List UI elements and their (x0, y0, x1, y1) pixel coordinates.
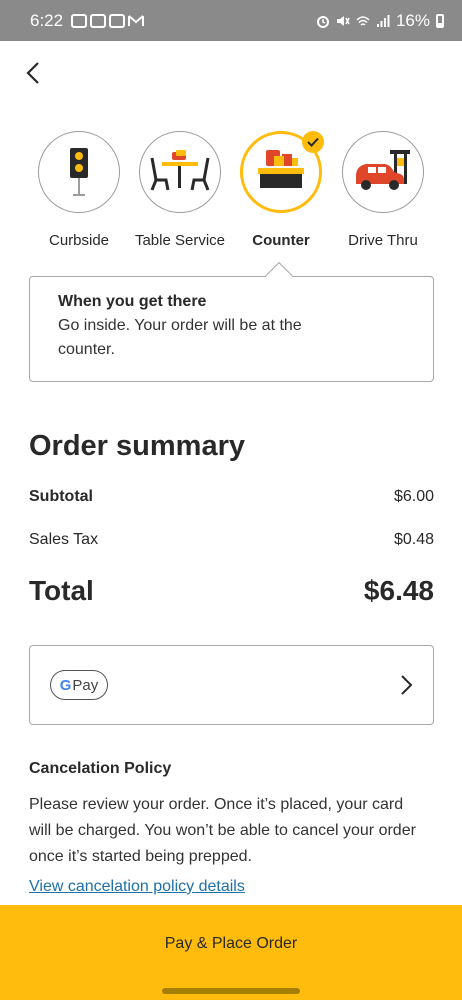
instructions-body: Go inside. Your order will be at the cou… (58, 317, 302, 358)
selection-pointer (264, 261, 294, 291)
payment-method-selector[interactable]: G Pay (29, 645, 434, 725)
order-summary-title: Order summary (29, 430, 245, 462)
status-time: 6:22 (30, 10, 64, 30)
pay-place-order-button[interactable]: Pay & Place Order (0, 905, 462, 983)
mute-icon (336, 15, 350, 26)
google-pay-badge: G Pay (50, 670, 108, 700)
table-service-circle (139, 131, 221, 213)
counter-icon (258, 150, 304, 188)
selected-check-icon (302, 131, 324, 153)
home-pill[interactable] (162, 988, 300, 994)
total-value: $6.48 (363, 575, 434, 606)
tax-value: $0.48 (393, 531, 434, 548)
battery-percent: 16% (395, 10, 430, 30)
back-button[interactable] (18, 58, 48, 88)
instructions-box: When you get there Go inside. Your order… (29, 261, 434, 382)
table-service-icon (150, 150, 210, 191)
battery-icon (436, 13, 444, 28)
cancelation-policy-title: Cancelation Policy (29, 760, 172, 777)
option-counter[interactable]: Counter (231, 128, 331, 249)
cancelation-policy-link[interactable]: View cancelation policy details (29, 878, 245, 896)
option-label: Drive Thru (348, 232, 418, 249)
drive-thru-circle (342, 131, 424, 213)
total-label: Total (29, 575, 94, 606)
cancelation-policy-body: Please review your order. Once it’s plac… (29, 796, 416, 865)
option-label: Table Service (134, 232, 226, 249)
google-g-icon: G (59, 676, 72, 694)
chevron-left-icon (26, 62, 39, 84)
tax-label: Sales Tax (29, 531, 99, 548)
curbside-icon (70, 148, 88, 196)
alarm-icon (316, 15, 329, 28)
option-curbside[interactable]: Curbside (29, 128, 129, 249)
gmail-icon (128, 14, 145, 26)
notification-icons (71, 13, 145, 28)
signal-icon (376, 14, 390, 27)
option-table-service[interactable]: Table Service (130, 128, 230, 249)
twitch-icon (71, 13, 88, 28)
instructions-title: When you get there (58, 293, 207, 310)
wifi-icon (356, 15, 370, 26)
subtotal-row: Subtotal $6.00 (29, 488, 434, 506)
total-row: Total $6.48 (29, 575, 434, 607)
twitch-icon (90, 13, 107, 28)
subtotal-label: Subtotal (29, 488, 93, 505)
option-drive-thru[interactable]: Drive Thru (333, 128, 433, 249)
home-indicator (0, 983, 462, 1000)
counter-circle (240, 131, 324, 213)
twitch-icon (109, 13, 126, 28)
google-pay-label: Pay (72, 676, 99, 694)
option-label: Counter (252, 232, 310, 249)
status-bar: 6:22 16% (0, 0, 462, 41)
curbside-circle (38, 131, 120, 213)
drive-thru-icon (356, 150, 410, 190)
pickup-options: Curbside Table Service Counter Drive Thr… (0, 128, 462, 258)
tax-row: Sales Tax $0.48 (29, 531, 434, 549)
option-label: Curbside (48, 232, 110, 249)
chevron-right-icon (401, 675, 413, 695)
subtotal-value: $6.00 (393, 488, 434, 505)
